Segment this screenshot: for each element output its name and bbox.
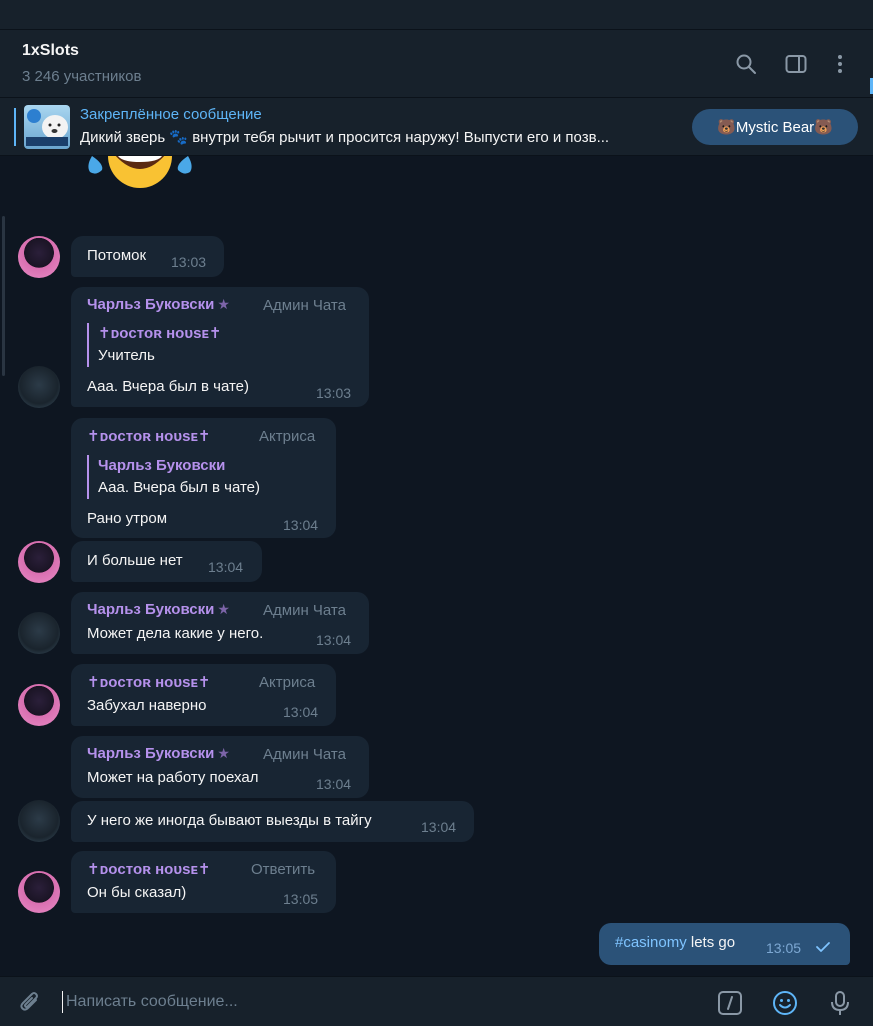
message-time: 13:04 [421, 819, 457, 835]
message-bubble[interactable]: И больше нет 13:04 [71, 541, 262, 582]
message-text: Рано утром [87, 510, 168, 527]
message-bubble[interactable]: У него же иногда бывают выезды в тайгу 1… [71, 801, 474, 842]
message-composer[interactable]: Написать сообщение... [0, 976, 873, 1026]
avatar-charles-bukowski[interactable] [18, 800, 60, 842]
avatar-doctor-house[interactable] [18, 236, 60, 278]
message-text: Ааа. Вчера был в чате) [87, 378, 250, 395]
more-vertical-icon[interactable] [828, 52, 852, 76]
window-top-strip [0, 0, 873, 30]
message-bubble[interactable]: ✝︎ᴅᴏᴄᴛᴏʀ ʜᴏᴜsᴇ✝︎ Актриса Чарльз Буковски… [71, 418, 336, 538]
chat-header[interactable]: 1xSlots 3 246 участников [0, 30, 873, 98]
hashtag-link[interactable]: #casinomy [615, 934, 687, 951]
reply-text: Ааа. Вчера был в чате) [98, 479, 261, 496]
message-text: Может дела какие у него. [87, 625, 264, 642]
message-input[interactable]: Написать сообщение... [66, 993, 238, 1011]
sender-role: Админ Чата [263, 297, 346, 314]
reply-quote[interactable]: Чарльз Буковски Ааа. Вчера был в чате) [87, 455, 260, 499]
avatar-charles-bukowski[interactable] [18, 612, 60, 654]
avatar-charles-bukowski[interactable] [18, 366, 60, 408]
check-icon [815, 940, 831, 954]
message-text: Забухал наверно [87, 697, 207, 714]
message-bubble[interactable]: Потомок 13:03 [71, 236, 224, 277]
pinned-indicator [14, 108, 16, 146]
message-list[interactable]: Потомок 13:03 Чарльз Буковски ★ Админ Чат… [0, 156, 873, 976]
member-count: 3 246 участников [22, 68, 142, 85]
sidebar-toggle-icon[interactable] [784, 52, 808, 76]
message-time: 13:04 [316, 776, 352, 792]
scrollbar-thumb[interactable] [2, 216, 5, 376]
avatar-doctor-house[interactable] [18, 541, 60, 583]
pinned-action-button[interactable]: 🐻Mystic Bear🐻 [692, 109, 858, 145]
search-icon[interactable] [734, 52, 758, 76]
reply-sender: ✝︎ᴅᴏᴄᴛᴏʀ ʜᴏᴜsᴇ✝︎ [98, 325, 222, 342]
sender-role: Админ Чата [263, 602, 346, 619]
sender-name[interactable]: Чарльз Буковски ★ [87, 601, 230, 618]
reply-text: Учитель [98, 347, 155, 364]
sender-role: Актриса [259, 674, 316, 691]
message-text: И больше нет [87, 552, 183, 569]
message-text: Потомок [87, 247, 147, 264]
star-icon: ★ [217, 601, 230, 617]
commands-icon[interactable] [716, 989, 744, 1017]
message-text: Он бы сказал) [87, 884, 187, 901]
avatar-doctor-house[interactable] [18, 871, 60, 913]
reply-action[interactable]: Ответить [251, 861, 315, 878]
sender-role: Актриса [259, 428, 316, 445]
reply-sender: Чарльз Буковски [98, 457, 226, 474]
sender-name[interactable]: ✝︎ᴅᴏᴄᴛᴏʀ ʜᴏᴜsᴇ✝︎ [87, 673, 211, 691]
message-time: 13:04 [283, 517, 319, 533]
message-bubble[interactable]: Чарльз Буковски ★ Админ Чата Может на раб… [71, 736, 369, 798]
attach-icon[interactable] [16, 989, 44, 1017]
message-time: 13:03 [171, 254, 207, 270]
message-time: 13:05 [283, 891, 319, 907]
laughing-emoji-sticker [80, 156, 200, 218]
sender-name[interactable]: ✝︎ᴅᴏᴄᴛᴏʀ ʜᴏᴜsᴇ✝︎ [87, 860, 211, 878]
message-bubble[interactable]: Чарльз Буковски ★ Админ Чата ✝︎ᴅᴏᴄᴛᴏʀ ʜᴏᴜ… [71, 287, 369, 407]
sender-name[interactable]: Чарльз Буковски ★ [87, 745, 230, 762]
message-time: 13:04 [316, 632, 352, 648]
star-icon: ★ [217, 745, 230, 761]
sender-name[interactable]: ✝︎ᴅᴏᴄᴛᴏʀ ʜᴏᴜsᴇ✝︎ [87, 427, 211, 445]
avatar-doctor-house[interactable] [18, 684, 60, 726]
message-text: Может на работу поехал [87, 769, 259, 786]
pinned-title: Закреплённое сообщение [80, 106, 262, 123]
outgoing-message-bubble[interactable]: #casinomy lets go 13:05 [599, 923, 850, 965]
pinned-text: Дикий зверь 🐾 внутри тебя рычит и просит… [80, 129, 610, 146]
reply-quote[interactable]: ✝︎ᴅᴏᴄᴛᴏʀ ʜᴏᴜsᴇ✝︎ Учитель [87, 323, 222, 367]
message-text: #casinomy lets go [615, 934, 736, 951]
chat-title[interactable]: 1xSlots [22, 42, 79, 60]
emoji-icon[interactable] [771, 989, 799, 1017]
star-icon: ★ [217, 296, 230, 312]
message-text: У него же иногда бывают выезды в тайгу [87, 812, 372, 829]
message-bubble[interactable]: Чарльз Буковски ★ Админ Чата Может дела к… [71, 592, 369, 654]
message-bubble[interactable]: ✝︎ᴅᴏᴄᴛᴏʀ ʜᴏᴜsᴇ✝︎ Ответить Он бы сказал) … [71, 851, 336, 913]
pinned-thumbnail [24, 105, 70, 149]
pinned-message-bar[interactable]: Закреплённое сообщение Дикий зверь 🐾 вну… [0, 98, 873, 156]
sender-name[interactable]: Чарльз Буковски ★ [87, 296, 230, 313]
message-time: 13:05 [766, 940, 802, 956]
message-bubble[interactable]: ✝︎ᴅᴏᴄᴛᴏʀ ʜᴏᴜsᴇ✝︎ Актриса Забухал наверно… [71, 664, 336, 726]
sender-role: Админ Чата [263, 746, 346, 763]
message-time: 13:04 [208, 559, 244, 575]
message-time: 13:03 [316, 385, 352, 401]
message-time: 13:04 [283, 704, 319, 720]
microphone-icon[interactable] [826, 989, 854, 1017]
text-cursor [62, 991, 63, 1013]
